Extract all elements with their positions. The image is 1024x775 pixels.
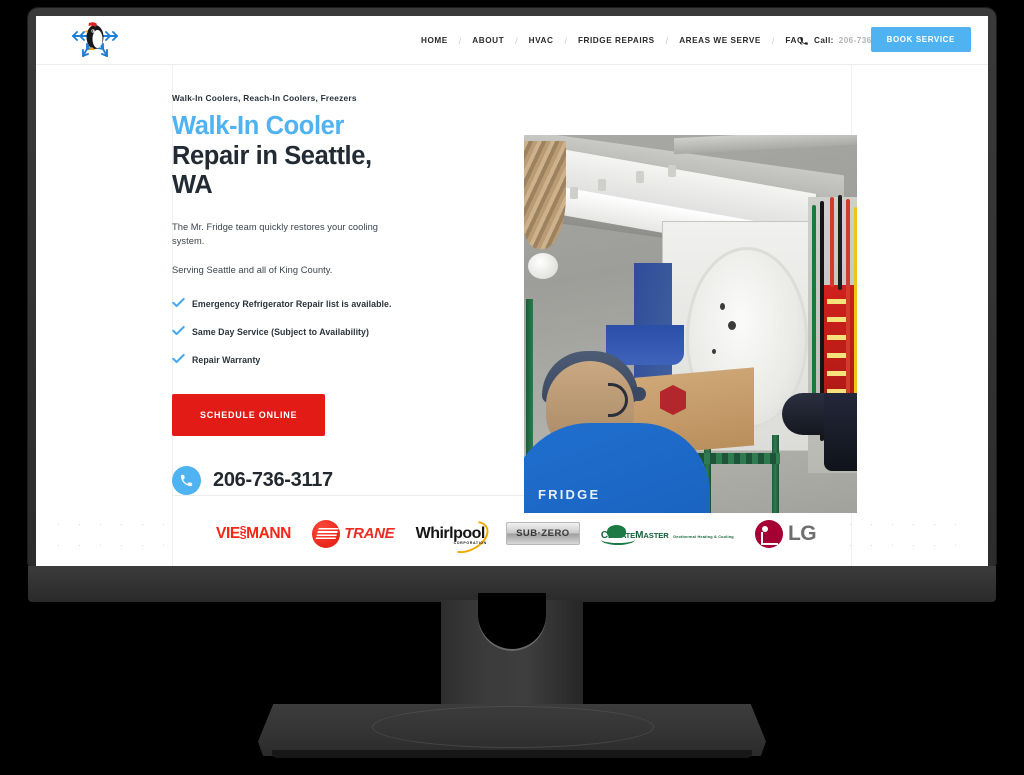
main-navigation: HOME / ABOUT / HVAC / FRIDGE REPAIRS / A… [410,16,815,65]
nav-item-hvac[interactable]: HVAC [518,36,565,45]
hero-paragraph-1: The Mr. Fridge team quickly restores you… [172,221,379,246]
hero-image-wrap: FRIDGE [524,135,857,513]
nav-item-home[interactable]: HOME [410,36,459,45]
penguin-snowflake-logo-icon [72,22,118,57]
list-item: Emergency Refrigerator Repair list is av… [172,295,401,313]
list-item: Repair Warranty [172,351,401,369]
hero-feature-list: Emergency Refrigerator Repair list is av… [172,295,401,369]
hero-phone-link[interactable]: 206-736-3117 [172,465,401,495]
call-label: Call: [814,36,834,45]
dot-grid-right [840,514,976,566]
monitor-display: HOME / ABOUT / HVAC / FRIDGE REPAIRS / A… [36,16,988,566]
book-service-button[interactable]: BOOK SERVICE [870,27,971,52]
list-item-label: Emergency Refrigerator Repair list is av… [192,298,392,309]
headline-rest: Repair in Seattle, WA [172,141,372,200]
hero-photo-shirt-text: FRIDGE [538,487,601,502]
monitor-mockup-stage: HOME / ABOUT / HVAC / FRIDGE REPAIRS / A… [0,0,1024,775]
hero-photo: FRIDGE [524,135,857,513]
hero-copy: Walk-In Coolers, Reach-In Coolers, Freez… [36,87,401,495]
hero-paragraph-2: Serving Seattle and all of King County. [172,264,333,275]
phone-circle-icon [172,465,201,495]
check-icon [172,295,192,313]
nav-item-areas-we-serve[interactable]: AREAS WE SERVE [668,36,772,45]
nav-item-fridge-repairs[interactable]: FRIDGE REPAIRS [567,36,666,45]
schedule-online-button[interactable]: SCHEDULE ONLINE [172,393,326,436]
hero-eyebrow: Walk-In Coolers, Reach-In Coolers, Freez… [172,93,357,103]
site-header: HOME / ABOUT / HVAC / FRIDGE REPAIRS / A… [36,16,988,65]
nav-item-about[interactable]: ABOUT [461,36,515,45]
list-item-label: Same Day Service (Subject to Availabilit… [192,326,369,337]
page-title: Walk-In Cooler Repair in Seattle, WA [172,112,401,201]
check-icon [172,323,192,341]
website-page: HOME / ABOUT / HVAC / FRIDGE REPAIRS / A… [36,16,988,566]
monitor-bezel: HOME / ABOUT / HVAC / FRIDGE REPAIRS / A… [28,8,996,566]
headline-highlight: Walk-In Cooler [172,112,344,140]
builder-dot-grid [36,514,988,566]
list-item: Same Day Service (Subject to Availabilit… [172,323,401,341]
hero-phone-number: 206-736-3117 [213,468,333,491]
stand-foot [272,750,752,758]
check-icon [172,351,192,369]
phone-icon [800,36,808,45]
site-logo[interactable] [64,19,126,61]
stand-base-outline [372,706,654,748]
list-item-label: Repair Warranty [192,354,261,365]
dot-grid-left [48,514,184,566]
hero-section: Walk-In Coolers, Reach-In Coolers, Freez… [36,65,988,513]
